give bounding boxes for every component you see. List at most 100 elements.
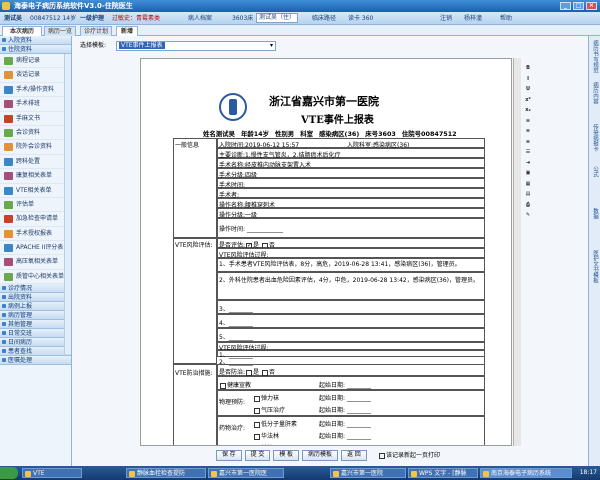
template-select[interactable]: VTE事件上报表 ▾: [116, 41, 276, 51]
taskbar: VTE 静脉血栓检查提防 嘉兴市第一医院医 嘉兴市第一医院 WPS 文字 - […: [0, 466, 600, 480]
new-page-checkbox[interactable]: [379, 452, 385, 459]
sidebar-item-conversation[interactable]: 谈话记录: [0, 68, 71, 83]
minimize-button[interactable]: _: [560, 2, 571, 10]
tab-treatment-plan[interactable]: 诊疗计划: [80, 26, 112, 36]
sidebar-item-quality[interactable]: 质管中心相关表单: [0, 270, 71, 285]
operation-time-field[interactable]: ____________: [245, 226, 283, 233]
other-drug-checkbox[interactable]: [254, 446, 260, 447]
tab-new[interactable]: 新增: [116, 26, 138, 36]
prevent-no-checkbox[interactable]: [261, 369, 268, 376]
save-button[interactable]: 保 存: [216, 450, 242, 461]
sidebar-item-hyperbaric[interactable]: 高压氧相关表单: [0, 255, 71, 270]
sidebar-group-discharge[interactable]: 出院资料: [0, 293, 71, 303]
bed-select[interactable]: 3603床: [232, 12, 253, 25]
template-button[interactable]: 模 板: [273, 450, 300, 461]
taskbar-item[interactable]: 嘉兴市第一医院医: [208, 468, 284, 478]
sidebar-item-apache[interactable]: APACHE II评分表: [0, 241, 71, 256]
sidebar-group-orders[interactable]: 医嘱处理: [0, 356, 71, 366]
sidebar-item-assessment[interactable]: 评估单: [0, 198, 71, 213]
tab-formula[interactable]: 公式: [591, 166, 599, 204]
sidebar-item-anesthesia-docs[interactable]: 手麻文书: [0, 112, 71, 126]
lmwh-date[interactable]: ________: [345, 421, 371, 428]
risk-process-2[interactable]: 2、外科住院患者出血危险因素评估，4分，中危，2019-06-28 13:42，…: [219, 277, 483, 285]
new-page-print-option[interactable]: 该记录新起一页打印: [378, 451, 440, 461]
sidebar-group-record-mgmt[interactable]: 病历管理: [0, 311, 71, 321]
sidebar-item-urgent-exam[interactable]: 加急检查申请单: [0, 212, 71, 227]
sidebar-group-patient-search[interactable]: 患者查找: [0, 347, 71, 357]
sidebar-item-progress-note[interactable]: 病程记录: [0, 54, 71, 69]
pen-icon[interactable]: ✎: [524, 211, 532, 219]
sidebar-item-surgery-schedule[interactable]: 手术排班: [0, 97, 71, 112]
sidebar-group-other[interactable]: 其他管理: [0, 320, 71, 330]
tab-infectious-report[interactable]: 传染病报卡: [591, 124, 599, 162]
maximize-button[interactable]: □: [573, 2, 584, 10]
logout-button[interactable]: 注销: [440, 12, 452, 25]
superscript-icon[interactable]: x²: [524, 96, 532, 104]
sidebar-item-rehab[interactable]: 康复相关表单: [0, 169, 71, 184]
sidebar-group-handover[interactable]: 日常交班: [0, 329, 71, 339]
sidebar-group-inpatient[interactable]: 住院资料: [0, 45, 71, 54]
tab-current-record[interactable]: 本次病历: [2, 26, 42, 36]
tab-record-overview[interactable]: 病历一览: [44, 26, 76, 36]
record-template-button[interactable]: 病历模板: [302, 450, 339, 461]
sidebar-item-surgery-auth[interactable]: 手术授权报表: [0, 227, 71, 242]
current-user: 杨梓潼: [464, 15, 483, 22]
list-icon[interactable]: ☰: [524, 148, 532, 156]
bed-patient-select[interactable]: 测试吴（住）: [256, 13, 299, 23]
pneumatic-date[interactable]: ________: [345, 407, 371, 414]
close-button[interactable]: ×: [586, 2, 597, 10]
warfarin-checkbox[interactable]: [254, 433, 260, 440]
taskbar-item[interactable]: 静脉血栓检查提防: [126, 468, 206, 478]
start-button[interactable]: [0, 467, 18, 479]
sidebar-group-case-report[interactable]: 病例上报: [0, 302, 71, 312]
tab-writing-standard[interactable]: 病历书写规范: [591, 40, 599, 78]
risk-process-4[interactable]: ________: [229, 320, 253, 327]
image-icon[interactable]: ▣: [524, 169, 532, 177]
taskbar-item[interactable]: WPS 文字 - [静脉: [408, 468, 478, 478]
tab-nursing-template[interactable]: 医护文书模板: [591, 250, 599, 288]
italic-icon[interactable]: I: [524, 75, 532, 83]
print-icon[interactable]: ⎙: [524, 201, 532, 209]
bold-icon[interactable]: B: [524, 64, 532, 72]
clinical-path-button[interactable]: 临床路径: [312, 12, 336, 25]
align-right-icon[interactable]: ≡: [524, 138, 532, 146]
read-card-button[interactable]: 读卡 360: [348, 12, 373, 25]
elastic-stocking-checkbox[interactable]: [254, 395, 260, 402]
sidebar-item-external-consult[interactable]: 院外会诊资料: [0, 140, 71, 155]
sidebar-group-treatment[interactable]: 诊疗情况: [0, 284, 71, 294]
sidebar-item-vte[interactable]: VTE相关表单: [0, 184, 71, 198]
underline-icon[interactable]: U: [524, 85, 532, 93]
align-left-icon[interactable]: ≡: [524, 117, 532, 125]
tab-data[interactable]: 数据: [591, 208, 599, 246]
document-scrollbar[interactable]: [513, 58, 521, 446]
taskbar-item[interactable]: 嘉兴市第一医院: [330, 468, 406, 478]
align-center-icon[interactable]: ≡: [524, 127, 532, 135]
sidebar-item-consultation[interactable]: 会诊资料: [0, 126, 71, 141]
help-button[interactable]: 帮助: [500, 12, 512, 25]
taskbar-item-active[interactable]: 南京海泰电子病历系统: [480, 468, 572, 478]
health-education-date[interactable]: ________: [345, 382, 371, 389]
risk-process-1[interactable]: 1、手术患者VTE风险评估表，8分，高危，2019-06-28 13:41，感染…: [219, 261, 483, 268]
pneumatic-checkbox[interactable]: [254, 407, 260, 414]
sidebar-group-admission[interactable]: 入院资料: [0, 36, 71, 45]
risk-process-5[interactable]: ________: [229, 334, 253, 341]
lmwh-checkbox[interactable]: [254, 421, 260, 428]
risk-process-3[interactable]: ________: [229, 306, 253, 313]
submit-button[interactable]: 提 交: [244, 450, 271, 461]
health-education-checkbox[interactable]: [220, 382, 226, 389]
subscript-icon[interactable]: x₂: [524, 106, 532, 114]
patient-file-button[interactable]: 病人档案: [188, 12, 212, 25]
taskbar-item[interactable]: VTE: [22, 468, 82, 478]
chart-icon[interactable]: ▤: [524, 190, 532, 198]
table-icon[interactable]: ▦: [524, 180, 532, 188]
elastic-date[interactable]: ________: [345, 395, 371, 402]
warfarin-date[interactable]: ________: [345, 433, 371, 440]
back-button[interactable]: 返 回: [341, 450, 367, 461]
sidebar-item-cross-dept[interactable]: 跨科处置: [0, 155, 71, 170]
indent-icon[interactable]: ⇥: [524, 159, 532, 167]
tab-record-content[interactable]: 病历内容: [591, 82, 599, 120]
prevent-yes-checkbox[interactable]: [246, 369, 253, 376]
sidebar-scrollbar[interactable]: [64, 54, 71, 354]
sidebar-item-surgery-info[interactable]: 手术/操作资料: [0, 83, 71, 98]
sidebar-group-day-record[interactable]: 日间病历: [0, 338, 71, 348]
